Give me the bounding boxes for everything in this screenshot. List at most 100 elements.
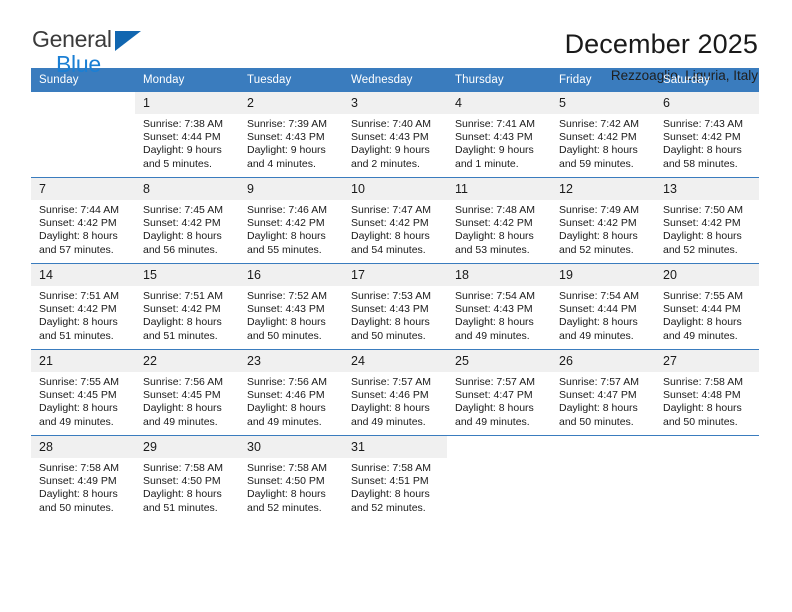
calendar-day-cell[interactable]: 4 Sunrise: 7:41 AM Sunset: 4:43 PM Daylight… — [447, 92, 551, 178]
calendar-day-cell[interactable]: 6 Sunrise: 7:43 AM Sunset: 4:42 PM Daylight… — [655, 92, 759, 178]
sunrise-text: Sunrise: 7:42 AM — [559, 118, 639, 130]
day-details: Sunrise: 7:40 AM Sunset: 4:43 PM Daylight:… — [343, 114, 447, 171]
calendar-day-cell[interactable]: 24 Sunrise: 7:57 AM Sunset: 4:46 PM Dayligh… — [343, 349, 447, 436]
daylight-text-line1: Daylight: 8 hours — [247, 316, 326, 329]
day-number: 19 — [551, 264, 655, 286]
sunset-text: Sunset: 4:49 PM — [39, 475, 117, 488]
sunset-text: Sunset: 4:43 PM — [455, 131, 533, 144]
sunrise-text: Sunrise: 7:50 AM — [663, 204, 743, 216]
sunset-text: Sunset: 4:44 PM — [663, 303, 741, 316]
calendar-day-cell[interactable]: 23 Sunrise: 7:56 AM Sunset: 4:46 PM Dayligh… — [239, 349, 343, 436]
day-details: Sunrise: 7:57 AM Sunset: 4:47 PM Daylight:… — [551, 372, 655, 429]
calendar-table: Sunday Monday Tuesday Wednesday Thursday… — [31, 68, 759, 521]
daylight-text-line1: Daylight: 8 hours — [455, 230, 534, 243]
sunset-text: Sunset: 4:50 PM — [143, 475, 221, 488]
page-header: General Blue December 2025 Rezzoaglio, L… — [0, 0, 792, 84]
calendar-day-cell[interactable]: 7 Sunrise: 7:44 AM Sunset: 4:42 PM Daylight… — [31, 177, 135, 264]
sunrise-text: Sunrise: 7:56 AM — [143, 376, 223, 388]
sunrise-text: Sunrise: 7:49 AM — [559, 204, 639, 216]
sunset-text: Sunset: 4:43 PM — [247, 303, 325, 316]
calendar-day-cell[interactable]: 30 Sunrise: 7:58 AM Sunset: 4:50 PM Dayligh… — [239, 435, 343, 521]
calendar-day-cell[interactable]: 17 Sunrise: 7:53 AM Sunset: 4:43 PM Dayligh… — [343, 263, 447, 350]
calendar-day-cell[interactable]: 1 Sunrise: 7:38 AM Sunset: 4:44 PM Daylight… — [135, 92, 239, 178]
calendar-day-cell[interactable]: 28 Sunrise: 7:58 AM Sunset: 4:49 PM Dayligh… — [31, 435, 135, 521]
calendar-day-cell[interactable]: 18 Sunrise: 7:54 AM Sunset: 4:43 PM Dayligh… — [447, 263, 551, 350]
calendar-day-cell[interactable]: 3 Sunrise: 7:40 AM Sunset: 4:43 PM Daylight… — [343, 92, 447, 178]
daylight-text-line1: Daylight: 8 hours — [247, 230, 326, 243]
calendar-day-cell[interactable]: 2 Sunrise: 7:39 AM Sunset: 4:43 PM Daylight… — [239, 92, 343, 178]
day-number: 27 — [655, 350, 759, 372]
calendar-day-cell[interactable]: 15 Sunrise: 7:51 AM Sunset: 4:42 PM Dayligh… — [135, 263, 239, 350]
day-number: 13 — [655, 178, 759, 200]
calendar-day-cell[interactable]: 22 Sunrise: 7:56 AM Sunset: 4:45 PM Dayligh… — [135, 349, 239, 436]
daylight-text-line2: and 53 minutes. — [455, 243, 530, 256]
day-number: 1 — [135, 92, 239, 114]
sunrise-text: Sunrise: 7:57 AM — [559, 376, 639, 388]
daylight-text-line2: and 50 minutes. — [247, 329, 322, 342]
calendar-week-row: 21 Sunrise: 7:55 AM Sunset: 4:45 PM Dayligh… — [31, 349, 759, 436]
daylight-text-line1: Daylight: 8 hours — [559, 316, 638, 329]
day-details: Sunrise: 7:51 AM Sunset: 4:42 PM Daylight:… — [135, 286, 239, 343]
calendar-day-cell[interactable]: 16 Sunrise: 7:52 AM Sunset: 4:43 PM Dayligh… — [239, 263, 343, 350]
logo-text-blue: Blue — [56, 51, 101, 77]
day-details: Sunrise: 7:44 AM Sunset: 4:42 PM Daylight:… — [31, 200, 135, 257]
daylight-text-line2: and 49 minutes. — [39, 415, 114, 428]
day-number: 8 — [135, 178, 239, 200]
sunrise-text: Sunrise: 7:58 AM — [351, 462, 431, 474]
day-details: Sunrise: 7:58 AM Sunset: 4:49 PM Daylight:… — [31, 458, 135, 515]
calendar-day-cell[interactable]: 27 Sunrise: 7:58 AM Sunset: 4:48 PM Dayligh… — [655, 349, 759, 436]
day-number: 10 — [343, 178, 447, 200]
day-number: 26 — [551, 350, 655, 372]
calendar-day-cell[interactable]: 29 Sunrise: 7:58 AM Sunset: 4:50 PM Dayligh… — [135, 435, 239, 521]
day-number: 17 — [343, 264, 447, 286]
calendar-day-cell[interactable]: 5 Sunrise: 7:42 AM Sunset: 4:42 PM Daylight… — [551, 92, 655, 178]
day-details: Sunrise: 7:57 AM Sunset: 4:47 PM Daylight:… — [447, 372, 551, 429]
daylight-text-line2: and 52 minutes. — [247, 501, 322, 514]
sunset-text: Sunset: 4:46 PM — [351, 389, 429, 402]
calendar-day-cell[interactable]: 12 Sunrise: 7:49 AM Sunset: 4:42 PM Dayligh… — [551, 177, 655, 264]
sunrise-text: Sunrise: 7:54 AM — [559, 290, 639, 302]
day-details: Sunrise: 7:55 AM Sunset: 4:44 PM Daylight:… — [655, 286, 759, 343]
sunset-text: Sunset: 4:43 PM — [351, 131, 429, 144]
sunset-text: Sunset: 4:46 PM — [247, 389, 325, 402]
calendar-day-cell-empty — [31, 92, 135, 178]
calendar-body: 1 Sunrise: 7:38 AM Sunset: 4:44 PM Daylight… — [31, 92, 759, 521]
calendar-page: General Blue December 2025 Rezzoaglio, L… — [0, 0, 792, 612]
calendar-day-cell[interactable]: 21 Sunrise: 7:55 AM Sunset: 4:45 PM Dayligh… — [31, 349, 135, 436]
calendar-day-cell[interactable]: 8 Sunrise: 7:45 AM Sunset: 4:42 PM Daylight… — [135, 177, 239, 264]
calendar-day-cell[interactable]: 25 Sunrise: 7:57 AM Sunset: 4:47 PM Dayligh… — [447, 349, 551, 436]
day-number: 14 — [31, 264, 135, 286]
sunset-text: Sunset: 4:44 PM — [143, 131, 221, 144]
day-details: Sunrise: 7:39 AM Sunset: 4:43 PM Daylight:… — [239, 114, 343, 171]
sunrise-text: Sunrise: 7:54 AM — [455, 290, 535, 302]
calendar-day-cell[interactable]: 9 Sunrise: 7:46 AM Sunset: 4:42 PM Daylight… — [239, 177, 343, 264]
calendar-day-cell[interactable]: 19 Sunrise: 7:54 AM Sunset: 4:44 PM Dayligh… — [551, 263, 655, 350]
calendar-day-cell[interactable]: 26 Sunrise: 7:57 AM Sunset: 4:47 PM Dayligh… — [551, 349, 655, 436]
weekday-header-thursday: Thursday — [447, 68, 551, 92]
calendar-day-cell[interactable]: 20 Sunrise: 7:55 AM Sunset: 4:44 PM Dayligh… — [655, 263, 759, 350]
logo-triangle-icon — [115, 31, 141, 51]
day-details: Sunrise: 7:41 AM Sunset: 4:43 PM Daylight:… — [447, 114, 551, 171]
calendar-day-cell[interactable]: 14 Sunrise: 7:51 AM Sunset: 4:42 PM Dayligh… — [31, 263, 135, 350]
day-number: 3 — [343, 92, 447, 114]
daylight-text-line2: and 4 minutes. — [247, 157, 316, 170]
day-details: Sunrise: 7:46 AM Sunset: 4:42 PM Daylight:… — [239, 200, 343, 257]
day-details: Sunrise: 7:58 AM Sunset: 4:48 PM Daylight:… — [655, 372, 759, 429]
calendar-day-cell[interactable]: 11 Sunrise: 7:48 AM Sunset: 4:42 PM Dayligh… — [447, 177, 551, 264]
day-number — [31, 92, 135, 114]
daylight-text-line2: and 56 minutes. — [143, 243, 218, 256]
calendar-day-cell[interactable]: 10 Sunrise: 7:47 AM Sunset: 4:42 PM Dayligh… — [343, 177, 447, 264]
sunrise-text: Sunrise: 7:39 AM — [247, 118, 327, 130]
daylight-text-line2: and 59 minutes. — [559, 157, 634, 170]
day-number: 16 — [239, 264, 343, 286]
daylight-text-line1: Daylight: 8 hours — [351, 402, 430, 415]
daylight-text-line1: Daylight: 8 hours — [663, 144, 742, 157]
day-number: 21 — [31, 350, 135, 372]
calendar-day-cell[interactable]: 13 Sunrise: 7:50 AM Sunset: 4:42 PM Dayligh… — [655, 177, 759, 264]
sunrise-text: Sunrise: 7:55 AM — [663, 290, 743, 302]
sunset-text: Sunset: 4:42 PM — [143, 217, 221, 230]
calendar-day-cell[interactable]: 31 Sunrise: 7:58 AM Sunset: 4:51 PM Dayligh… — [343, 435, 447, 521]
sunrise-text: Sunrise: 7:52 AM — [247, 290, 327, 302]
generalblue-logo[interactable]: General Blue — [32, 28, 152, 76]
daylight-text-line2: and 50 minutes. — [351, 329, 426, 342]
